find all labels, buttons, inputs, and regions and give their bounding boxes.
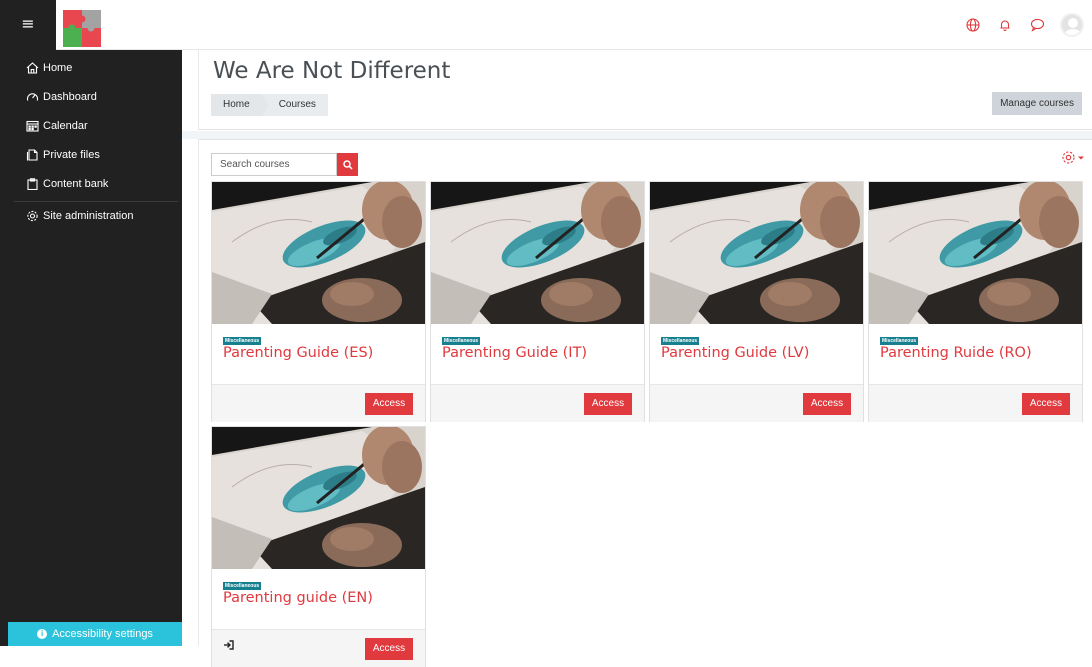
course-image[interactable]: [431, 182, 644, 324]
category-badge: Miscellaneous: [880, 337, 919, 345]
breadcrumb-home[interactable]: Home: [211, 94, 269, 116]
sidebar-item-calendar[interactable]: Calendar: [0, 111, 182, 140]
caret-down-icon: [1078, 156, 1084, 159]
access-button[interactable]: Access: [1022, 393, 1070, 415]
sidebar-item-label: Private files: [43, 148, 100, 161]
accessibility-settings-button[interactable]: i Accessibility settings: [8, 622, 182, 646]
bell-icon[interactable]: [996, 16, 1014, 34]
calendar-icon: [26, 120, 39, 132]
section-gap: [182, 131, 1092, 139]
site-logo[interactable]: [63, 10, 101, 47]
sidebar-item-site-administration[interactable]: Site administration: [0, 201, 182, 230]
course-card[interactable]: Miscellaneous Parenting Guide (LV) Acces…: [649, 181, 864, 422]
category-badge: Miscellaneous: [442, 337, 481, 345]
search-button[interactable]: [337, 153, 358, 176]
accessibility-icon: i: [37, 629, 48, 639]
chat-icon[interactable]: [1028, 16, 1046, 34]
card-footer: Access: [650, 384, 863, 422]
course-card[interactable]: Miscellaneous Parenting Ruide (RO) Acces…: [868, 181, 1083, 422]
top-navbar: ≡: [0, 0, 1092, 50]
page-title: We Are Not Different: [213, 58, 451, 84]
course-card[interactable]: Miscellaneous Parenting guide (EN) Acces…: [211, 426, 426, 667]
hamburger-icon[interactable]: ≡: [0, 0, 56, 50]
card-footer: Access: [431, 384, 644, 422]
sidebar-item-label: Site administration: [43, 209, 134, 222]
course-title-link[interactable]: Parenting Guide (LV): [661, 345, 809, 361]
course-image[interactable]: [212, 427, 425, 569]
sidebar-item-label: Dashboard: [43, 90, 97, 103]
files-icon: [26, 148, 38, 161]
user-avatar[interactable]: [1060, 13, 1084, 37]
sidebar-item-private-files[interactable]: Private files: [0, 140, 182, 169]
course-title-link[interactable]: Parenting Ruide (RO): [880, 345, 1032, 361]
access-button[interactable]: Access: [365, 638, 413, 660]
access-button[interactable]: Access: [584, 393, 632, 415]
home-icon: [26, 61, 39, 74]
course-title-link[interactable]: Parenting Guide (IT): [442, 345, 587, 361]
sidebar-item-label: Calendar: [43, 119, 88, 132]
course-list-region: Search courses Miscellaneous Parenting G…: [198, 139, 1092, 667]
sidebar-item-label: Home: [43, 61, 73, 74]
breadcrumb: Home Courses: [211, 94, 328, 116]
clipboard-icon: [27, 177, 38, 190]
course-image[interactable]: [212, 182, 425, 324]
dashboard-icon: [26, 92, 39, 101]
category-badge: Miscellaneous: [223, 337, 262, 345]
category-badge: Miscellaneous: [223, 582, 262, 590]
course-image[interactable]: [869, 182, 1082, 324]
manage-courses-button[interactable]: Manage courses: [992, 92, 1082, 115]
access-button[interactable]: Access: [365, 393, 413, 415]
gear-icon: [1062, 151, 1075, 164]
sidebar: Home Dashboard Calendar Private files Co…: [0, 50, 182, 646]
category-badge: Miscellaneous: [661, 337, 700, 345]
globe-icon[interactable]: [964, 16, 982, 34]
access-button[interactable]: Access: [803, 393, 851, 415]
settings-menu[interactable]: [1061, 150, 1084, 165]
page-header: We Are Not Different Home Courses Manage…: [198, 50, 1092, 130]
search-input[interactable]: Search courses: [211, 153, 337, 176]
breadcrumb-courses[interactable]: Courses: [262, 94, 328, 116]
card-footer: Access: [212, 629, 425, 667]
accessibility-label: Accessibility settings: [52, 628, 153, 640]
search-icon: [342, 159, 353, 170]
sidebar-item-label: Content bank: [43, 177, 109, 190]
sidebar-item-home[interactable]: Home: [0, 53, 182, 82]
gear-icon: [27, 210, 38, 221]
course-card[interactable]: Miscellaneous Parenting Guide (IT) Acces…: [430, 181, 645, 422]
card-footer: Access: [212, 384, 425, 422]
course-image[interactable]: [650, 182, 863, 324]
sidebar-item-dashboard[interactable]: Dashboard: [0, 82, 182, 111]
sign-in-icon: [224, 640, 234, 650]
course-title-link[interactable]: Parenting Guide (ES): [223, 345, 373, 361]
course-card[interactable]: Miscellaneous Parenting Guide (ES) Acces…: [211, 181, 426, 422]
course-title-link[interactable]: Parenting guide (EN): [223, 590, 373, 606]
card-footer: Access: [869, 384, 1082, 422]
sidebar-item-content-bank[interactable]: Content bank: [0, 169, 182, 198]
